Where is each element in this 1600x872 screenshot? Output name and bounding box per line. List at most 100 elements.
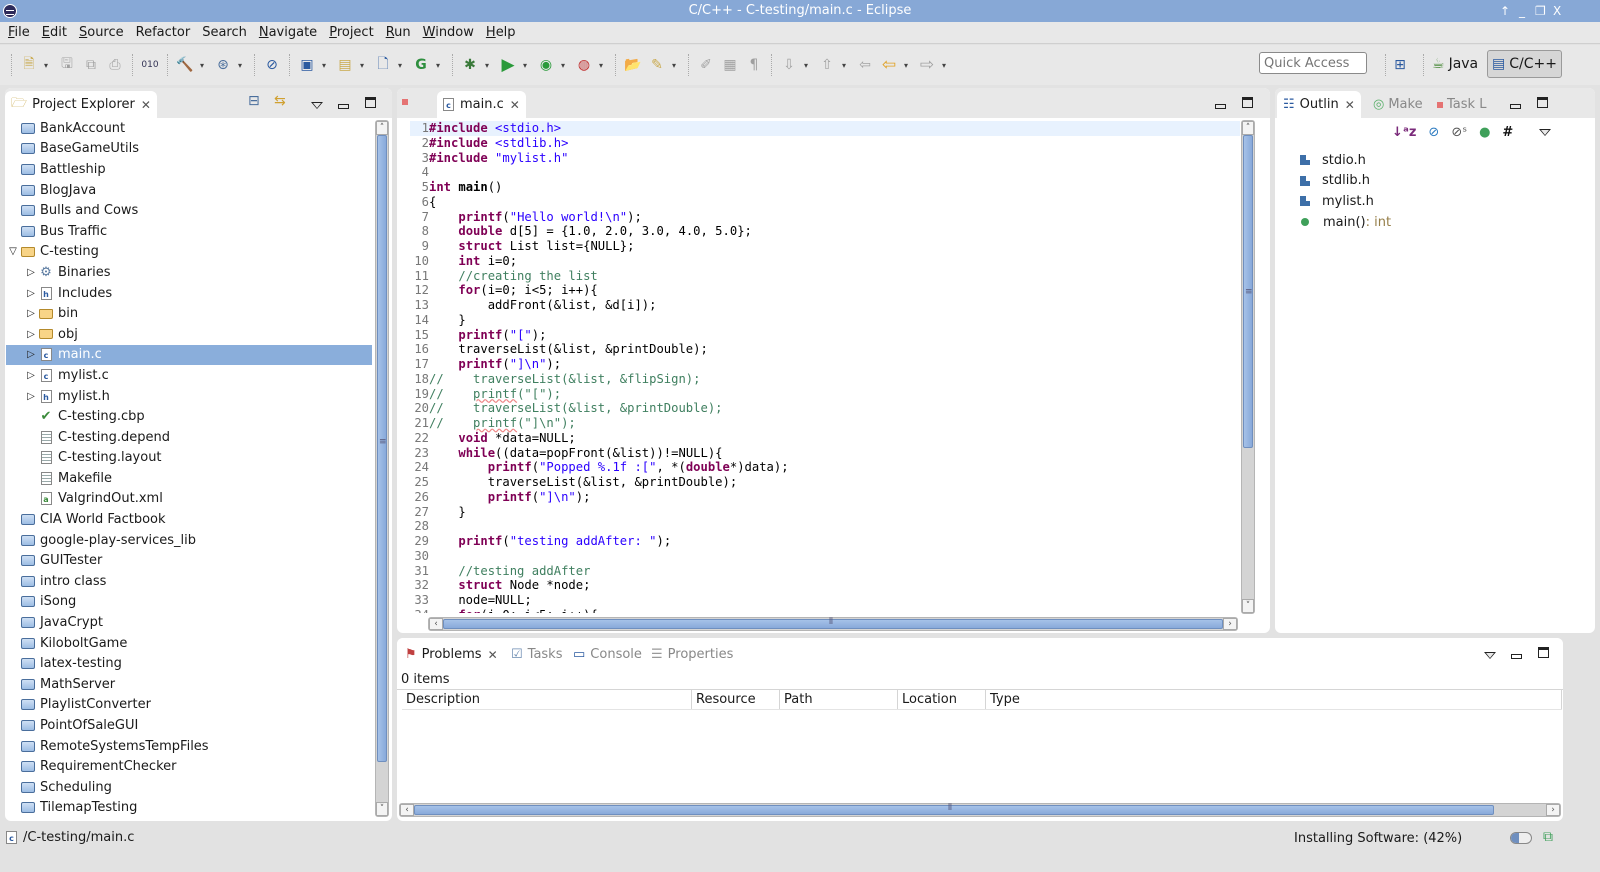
code-line[interactable]: 20// traverseList(&list, &printDouble);	[410, 401, 1240, 416]
menu-search[interactable]: Search	[195, 22, 252, 44]
close-icon[interactable]: ✕	[510, 98, 520, 112]
perspective-java[interactable]: ☕ Java	[1432, 50, 1478, 78]
eclipse-logo-icon[interactable]	[3, 4, 17, 18]
prev-annotation-dropdown[interactable]: ▾	[839, 61, 849, 70]
code-line[interactable]: 24 printf("Popped %.1f :[", *(double*)da…	[410, 460, 1240, 475]
tree-item[interactable]: ▷ bin	[6, 303, 372, 324]
code-line[interactable]: 2 #include <stdlib.h>	[410, 136, 1240, 151]
tree-item[interactable]: CIA World Factbook	[6, 509, 372, 530]
tree-item[interactable]: ▷ c main.c	[6, 344, 372, 366]
code-line[interactable]: 12 for(i=0; i<5; i++){	[410, 283, 1240, 298]
tree-item[interactable]: latex-testing	[6, 653, 372, 674]
collapsed-arrow-icon[interactable]: ▷	[24, 288, 38, 299]
tree-item[interactable]: RemoteSystemsTempFiles	[6, 736, 372, 757]
menu-source[interactable]: Source	[72, 22, 129, 44]
collapsed-arrow-icon[interactable]: ▷	[24, 308, 38, 319]
minimize-icon[interactable]	[1510, 98, 1521, 112]
expanded-arrow-icon[interactable]: ▽	[6, 246, 20, 257]
tree-item[interactable]: ▷ c mylist.c	[6, 365, 372, 386]
tab-outline[interactable]: ☷ Outlin ✕	[1277, 91, 1361, 118]
new-dropdown[interactable]: ▾	[41, 61, 51, 70]
tree-item[interactable]: C-testing.depend	[6, 427, 372, 448]
tab-problems[interactable]: ⚑ Problems ✕	[399, 641, 504, 668]
edit-icon[interactable]: ✐	[695, 54, 717, 76]
maximize-icon[interactable]	[365, 97, 376, 111]
tree-item[interactable]: intro class	[6, 571, 372, 592]
scroll-right-button[interactable]: ›	[1223, 618, 1237, 630]
progress-text[interactable]: Installing Software: (42%)	[1294, 831, 1462, 846]
external-tools-dropdown[interactable]: ▾	[596, 61, 606, 70]
tree-item[interactable]: Bus Traffic	[6, 221, 372, 242]
save-icon[interactable]: 🖫	[56, 54, 78, 76]
tree-item[interactable]: Makefile	[6, 468, 372, 489]
tree-item[interactable]: ▷ ⚙ Binaries	[6, 262, 372, 283]
tree-item[interactable]: ▽ C-testing	[6, 242, 372, 263]
code-line[interactable]: 18// traverseList(&list, &flipSign);	[410, 372, 1240, 387]
tree-item[interactable]: Scheduling	[6, 777, 372, 798]
hide-fields-icon[interactable]: ⊘	[1428, 125, 1439, 140]
scroll-up-button[interactable]: ˄	[1242, 121, 1254, 135]
profile-icon[interactable]: ◉	[535, 54, 557, 76]
tree-item[interactable]: RequirementChecker	[6, 756, 372, 777]
collapsed-arrow-icon[interactable]: ▷	[24, 329, 38, 340]
view-menu-icon[interactable]	[311, 98, 323, 112]
tree-item[interactable]: google-play-services_lib	[6, 530, 372, 551]
save-all-icon[interactable]: ⧉	[80, 54, 102, 76]
collapsed-arrow-icon[interactable]: ▷	[24, 267, 38, 278]
tree-item[interactable]: ▷ h mylist.h	[6, 386, 372, 407]
code-line[interactable]: 17 printf("]\n");	[410, 357, 1240, 372]
menu-project[interactable]: Project	[322, 22, 379, 44]
code-line[interactable]: 9 struct List list={NULL};	[410, 239, 1240, 254]
menu-file[interactable]: File	[0, 22, 35, 44]
code-line[interactable]: 10 int i=0;	[410, 254, 1240, 269]
prev-annotation-icon[interactable]: ⇧	[816, 54, 838, 76]
back-dropdown[interactable]: ▾	[901, 61, 911, 70]
build-hammer-icon[interactable]: 🔨	[174, 54, 196, 76]
progress-indicator[interactable]	[1510, 832, 1532, 844]
scroll-down-button[interactable]: ˅	[376, 802, 388, 816]
tree-item[interactable]: GUITester	[6, 550, 372, 571]
collapsed-arrow-icon[interactable]: ▷	[24, 391, 38, 402]
editor-horizontal-scrollbar[interactable]: ‹ ⦀ ›	[428, 617, 1238, 631]
minimize-icon[interactable]	[338, 98, 349, 112]
code-line[interactable]: 14 }	[410, 313, 1240, 328]
debug-bug-icon[interactable]: ✱	[459, 54, 481, 76]
link-with-editor-icon[interactable]: ⇆	[274, 93, 286, 109]
view-menu-icon[interactable]	[1484, 648, 1496, 662]
close-icon[interactable]: ✕	[1345, 98, 1355, 112]
minimize-icon[interactable]	[1215, 98, 1226, 112]
tree-item[interactable]: JavaCrypt	[6, 612, 372, 633]
profile-dropdown[interactable]: ▾	[558, 61, 568, 70]
tree-item[interactable]: TilemapTesting	[6, 798, 372, 819]
new-c-project-dropdown[interactable]: ▾	[319, 61, 329, 70]
tab-project-explorer[interactable]: 🗁 Project Explorer ✕	[5, 91, 157, 118]
menu-edit[interactable]: Edit	[35, 22, 72, 44]
tree-item[interactable]: ▷ obj	[6, 324, 372, 345]
new-folder-icon[interactable]: ▤	[334, 54, 356, 76]
window-close-button[interactable]: X	[1553, 0, 1561, 22]
tree-item[interactable]: KiloboltGame	[6, 633, 372, 654]
scroll-up-button[interactable]: ˄	[376, 121, 388, 135]
code-line[interactable]: 7 printf("Hello world!\n");	[410, 210, 1240, 225]
tree-item[interactable]: MathServer	[6, 674, 372, 695]
outline-item[interactable]: main() : int	[1300, 212, 1391, 233]
code-line[interactable]: 34 for(i=0; i<5; i++){	[410, 608, 1240, 613]
back-arrow-icon[interactable]: ⇦	[878, 54, 900, 76]
tree-item[interactable]: ▷ h Includes	[6, 283, 372, 304]
code-line[interactable]: 5 int main()	[410, 180, 1240, 195]
minimize-icon[interactable]	[1511, 648, 1522, 662]
collapsed-arrow-icon[interactable]: ▷	[24, 370, 38, 381]
print-icon[interactable]: ⎙	[104, 54, 126, 76]
code-line[interactable]: 33 node=NULL;	[410, 593, 1240, 608]
tree-item[interactable]: Bulls and Cows	[6, 200, 372, 221]
new-c-project-icon[interactable]: ▣	[296, 54, 318, 76]
code-line[interactable]: 27 }	[410, 505, 1240, 520]
tree-item[interactable]: C-testing.layout	[6, 448, 372, 469]
collapsed-arrow-icon[interactable]: ▷	[24, 349, 38, 360]
code-line[interactable]: 32 struct Node *node;	[410, 578, 1240, 593]
code-line[interactable]: 31 //testing addAfter	[410, 564, 1240, 579]
tree-item[interactable]: BankAccount	[6, 118, 372, 139]
target-icon[interactable]: ⊛	[212, 54, 234, 76]
build-dropdown[interactable]: ▾	[197, 61, 207, 70]
code-line[interactable]: 15 printf("[");	[410, 328, 1240, 343]
